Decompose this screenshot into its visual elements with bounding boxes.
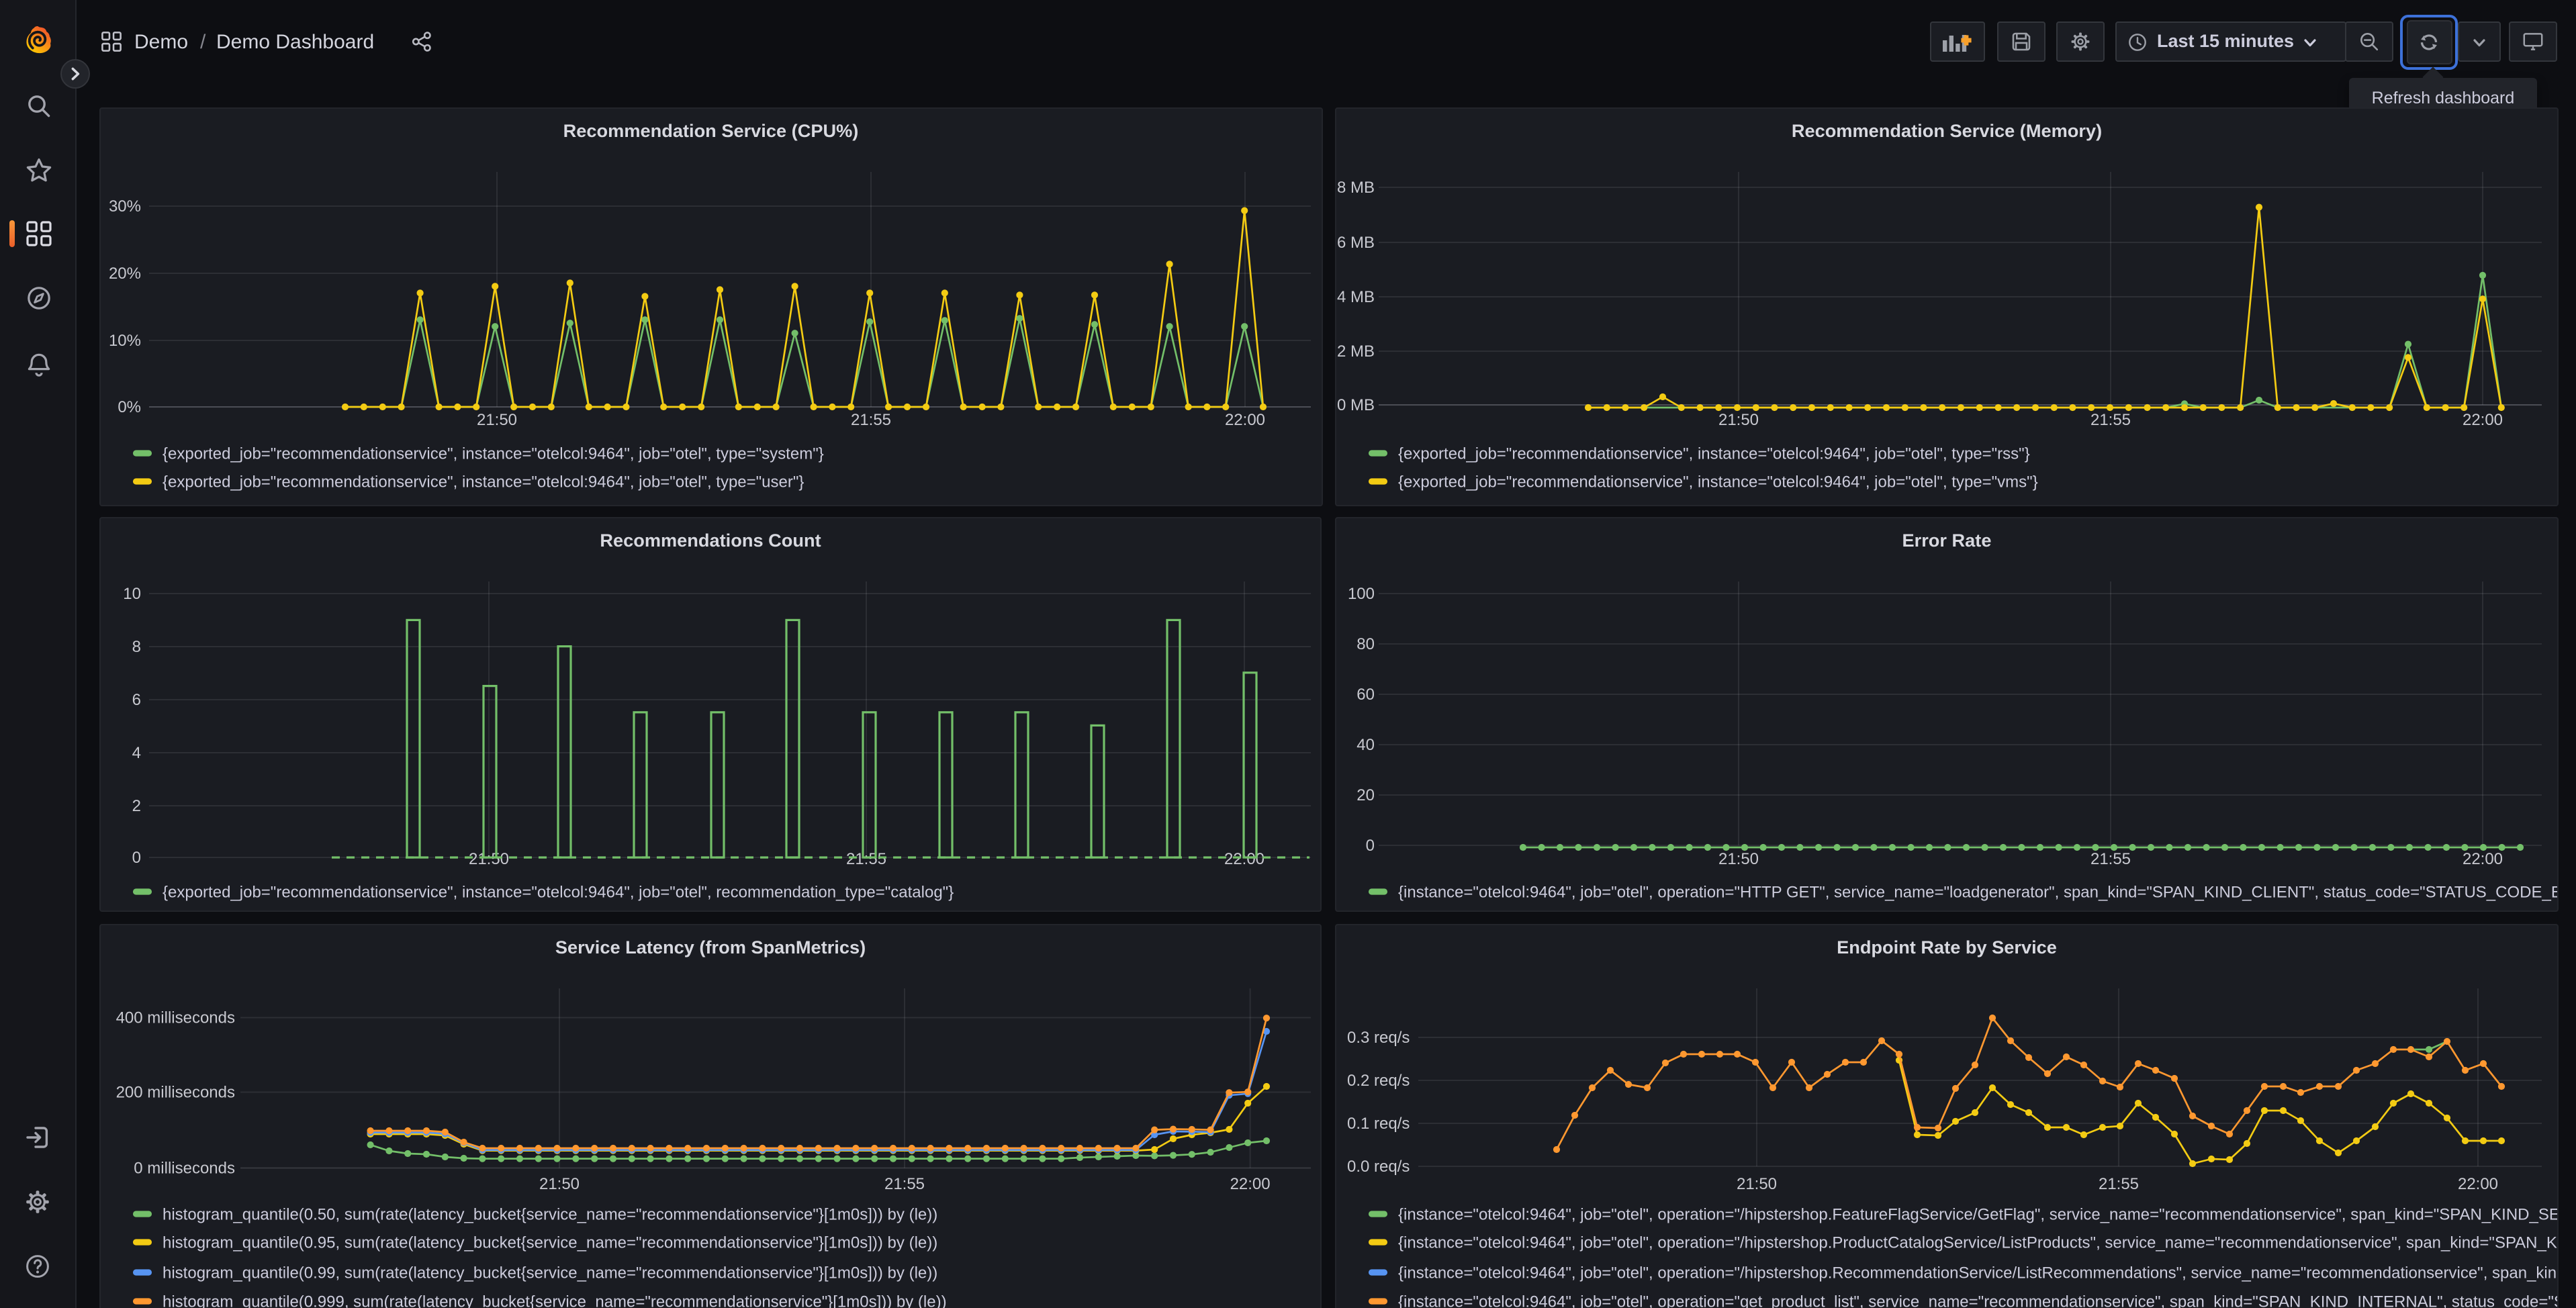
svg-text:4: 4	[132, 743, 141, 761]
svg-text:21:55: 21:55	[846, 849, 886, 868]
svg-text:{instance="otelcol:9464", job=: {instance="otelcol:9464", job="otel", op…	[1397, 1205, 2557, 1223]
svg-text:Recommendations Count: Recommendations Count	[600, 529, 821, 550]
svg-text:60: 60	[1356, 685, 1374, 703]
svg-text:30%: 30%	[109, 197, 141, 215]
svg-text:0.2 req/s: 0.2 req/s	[1346, 1072, 1409, 1090]
svg-text:2: 2	[132, 796, 141, 814]
svg-text:{exported_job="recommendations: {exported_job="recommendationservice", i…	[1397, 444, 2029, 462]
svg-text:{exported_job="recommendations: {exported_job="recommendationservice", i…	[163, 882, 954, 900]
svg-text:21:50: 21:50	[1736, 1175, 1776, 1193]
svg-text:histogram_quantile(0.95, sum(r: histogram_quantile(0.95, sum(rate(latenc…	[163, 1233, 937, 1252]
svg-text:21:55: 21:55	[2098, 1175, 2138, 1193]
svg-text:2 MB: 2 MB	[1336, 342, 1374, 360]
svg-text:20%: 20%	[109, 264, 141, 282]
svg-text:histogram_quantile(0.50, sum(r: histogram_quantile(0.50, sum(rate(latenc…	[163, 1205, 937, 1223]
svg-text:{instance="otelcol:9464", job=: {instance="otelcol:9464", job="otel", op…	[1397, 1233, 2557, 1252]
svg-text:0: 0	[132, 848, 141, 866]
svg-text:400 milliseconds: 400 milliseconds	[116, 1009, 235, 1027]
svg-text:0: 0	[1365, 836, 1374, 854]
svg-text:10%: 10%	[109, 331, 141, 349]
svg-text:21:50: 21:50	[469, 849, 509, 868]
svg-text:0.3 req/s: 0.3 req/s	[1346, 1029, 1409, 1047]
svg-text:22:00: 22:00	[1230, 1175, 1271, 1193]
svg-text:10: 10	[123, 584, 141, 602]
svg-text:Service Latency (from SpanMetr: Service Latency (from SpanMetrics)	[555, 937, 866, 957]
svg-text:0.0 req/s: 0.0 req/s	[1346, 1158, 1409, 1176]
svg-text:{exported_job="recommendations: {exported_job="recommendationservice", i…	[1397, 472, 2037, 490]
svg-text:80: 80	[1356, 635, 1374, 653]
svg-text:Recommendation Service (Memory: Recommendation Service (Memory)	[1791, 120, 2101, 140]
svg-text:0 MB: 0 MB	[1336, 395, 1374, 414]
svg-text:Recommendation Service (CPU%): Recommendation Service (CPU%)	[563, 120, 859, 140]
svg-text:21:55: 21:55	[851, 410, 891, 428]
svg-text:21:50: 21:50	[1718, 849, 1758, 868]
svg-text:8: 8	[132, 637, 141, 655]
svg-text:22:00: 22:00	[2457, 1175, 2497, 1193]
svg-text:21:50: 21:50	[539, 1175, 580, 1193]
svg-text:21:50: 21:50	[1718, 410, 1758, 428]
svg-text:8 MB: 8 MB	[1336, 178, 1374, 196]
svg-text:4 MB: 4 MB	[1336, 287, 1374, 306]
svg-text:{exported_job="recommendations: {exported_job="recommendationservice", i…	[163, 444, 824, 462]
svg-text:{instance="otelcol:9464", job=: {instance="otelcol:9464", job="otel", op…	[1397, 882, 2557, 900]
svg-text:Error Rate: Error Rate	[1902, 529, 1991, 550]
svg-text:0%: 0%	[118, 398, 141, 416]
svg-text:histogram_quantile(0.99, sum(r: histogram_quantile(0.99, sum(rate(latenc…	[163, 1264, 937, 1282]
svg-text:0.1 req/s: 0.1 req/s	[1346, 1115, 1409, 1133]
svg-text:6 MB: 6 MB	[1336, 233, 1374, 251]
svg-text:100: 100	[1347, 584, 1374, 602]
svg-text:20: 20	[1356, 786, 1374, 804]
svg-text:Endpoint Rate by Service: Endpoint Rate by Service	[1836, 937, 2056, 957]
svg-text:22:00: 22:00	[1225, 410, 1265, 428]
svg-text:21:55: 21:55	[2090, 410, 2130, 428]
svg-text:0 milliseconds: 0 milliseconds	[134, 1160, 235, 1178]
svg-text:22:00: 22:00	[2462, 410, 2502, 428]
svg-text:{exported_job="recommendations: {exported_job="recommendationservice", i…	[163, 472, 804, 490]
svg-text:21:55: 21:55	[2090, 849, 2130, 868]
svg-text:40: 40	[1356, 735, 1374, 753]
svg-text:200 milliseconds: 200 milliseconds	[116, 1084, 235, 1102]
svg-text:{instance="otelcol:9464", job=: {instance="otelcol:9464", job="otel", op…	[1397, 1264, 2557, 1282]
svg-text:21:50: 21:50	[477, 410, 517, 428]
svg-text:6: 6	[132, 690, 141, 708]
svg-text:histogram_quantile(0.999, sum(: histogram_quantile(0.999, sum(rate(laten…	[163, 1293, 947, 1308]
svg-text:21:55: 21:55	[884, 1175, 925, 1193]
svg-text:{instance="otelcol:9464", job=: {instance="otelcol:9464", job="otel", op…	[1397, 1293, 2557, 1308]
svg-text:22:00: 22:00	[2462, 849, 2502, 868]
